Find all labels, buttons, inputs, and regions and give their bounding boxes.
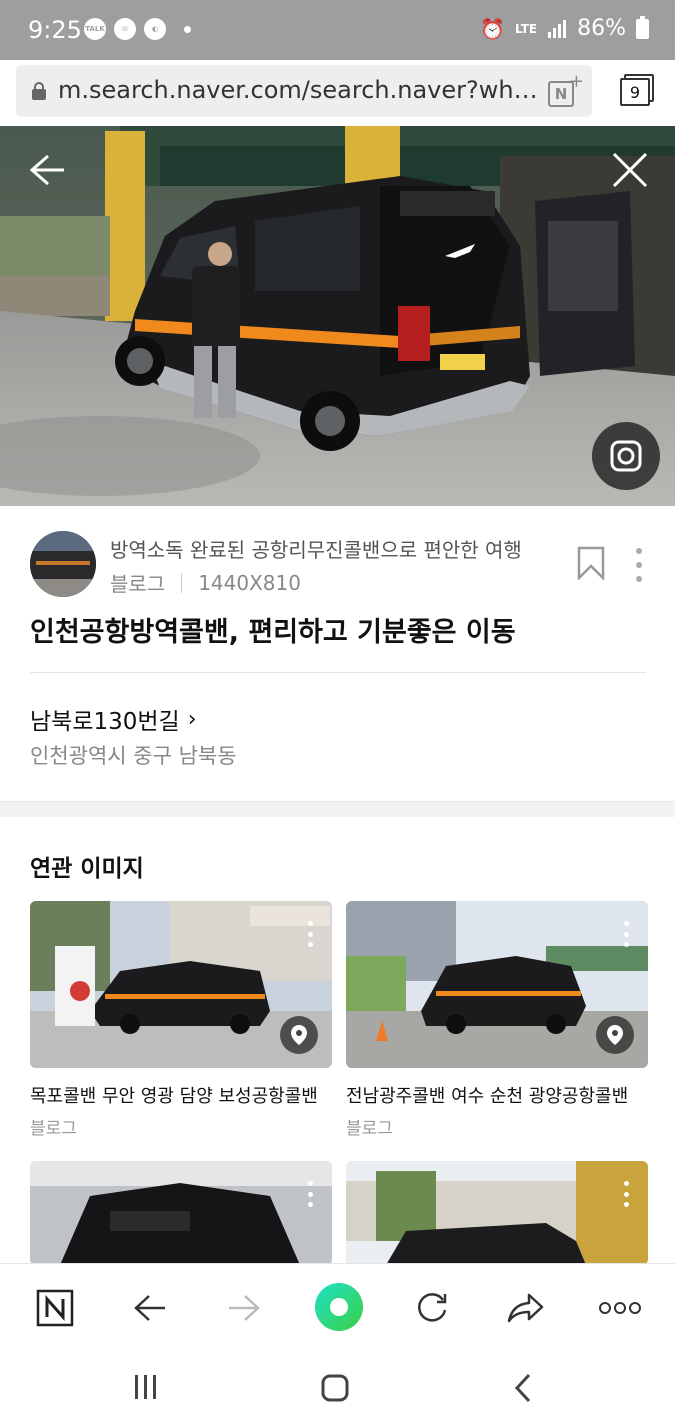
talk-icon: TALK xyxy=(84,18,106,40)
source-type: 블로그 xyxy=(110,572,166,596)
back-icon[interactable] xyxy=(513,1373,533,1403)
image-title[interactable]: 인천공항방역콜밴, 편리하고 기분좋은 이동 xyxy=(30,610,516,649)
location-pin-icon[interactable] xyxy=(280,1016,318,1054)
data-saver-icon: ◐ xyxy=(144,18,166,40)
more-vertical-icon[interactable] xyxy=(634,548,644,582)
related-thumbnail[interactable] xyxy=(30,901,332,1068)
related-heading: 연관 이미지 xyxy=(30,856,144,882)
back-arrow-icon[interactable] xyxy=(128,1286,172,1330)
notification-icons: TALK ☏ ◐ xyxy=(84,18,191,40)
section-divider xyxy=(0,801,675,817)
related-thumbnail[interactable] xyxy=(30,1161,332,1265)
location-pin-icon[interactable] xyxy=(596,1016,634,1054)
image-info: 방역소독 완료된 공항리무진콜밴으로 편안한 여행 블로그 1440X810 인… xyxy=(0,506,675,801)
system-icons: ⏰ LTE 86% xyxy=(480,15,649,41)
dot-icon xyxy=(184,25,191,33)
source-title[interactable]: 방역소독 완료된 공항리무진콜밴으로 편안한 여행 xyxy=(110,534,550,563)
arrow-left-icon[interactable] xyxy=(28,152,66,188)
more-vertical-icon[interactable] xyxy=(624,921,630,947)
main-image[interactable] xyxy=(0,126,675,506)
related-caption[interactable]: 목포콜밴 무안 영광 담양 보성공항콜밴 xyxy=(30,1082,332,1108)
recent-apps-icon[interactable] xyxy=(132,1375,160,1399)
more-vertical-icon[interactable] xyxy=(308,1181,314,1207)
divider xyxy=(30,672,646,673)
network-label: LTE xyxy=(515,21,538,36)
naver-home-icon[interactable] xyxy=(33,1286,77,1330)
battery-percent: 86% xyxy=(577,16,626,41)
related-card[interactable] xyxy=(30,1161,332,1265)
more-icon[interactable] xyxy=(598,1286,642,1330)
related-card[interactable]: 목포콜밴 무안 영광 담양 보성공항콜밴 블로그 xyxy=(30,901,332,1139)
more-vertical-icon[interactable] xyxy=(308,921,314,947)
naver-add-icon[interactable]: N + xyxy=(548,71,584,107)
browser-toolbar xyxy=(0,1263,675,1349)
chevron-right-icon: › xyxy=(187,706,197,732)
related-thumbnail[interactable] xyxy=(346,901,648,1068)
related-card[interactable] xyxy=(346,1161,648,1265)
close-icon[interactable] xyxy=(610,150,650,190)
related-thumbnail[interactable] xyxy=(346,1161,648,1265)
van-photo xyxy=(0,126,675,506)
camera-lens-icon[interactable] xyxy=(592,422,660,490)
related-images: 연관 이미지 목포콜밴 무안 영광 담양 보성공항콜밴 블로그 전남광주콜밴 여… xyxy=(0,817,675,1265)
source-thumbnail[interactable] xyxy=(30,531,96,597)
forward-arrow-icon[interactable] xyxy=(222,1286,266,1330)
clock: 9:25 xyxy=(28,16,82,44)
refresh-icon[interactable] xyxy=(410,1286,454,1330)
source-line: 블로그 1440X810 xyxy=(110,568,301,597)
bookmark-icon[interactable] xyxy=(576,546,606,580)
signal-icon xyxy=(548,19,567,38)
address-sub: 인천광역시 중구 남북동 xyxy=(30,744,237,768)
address-bar[interactable]: m.search.naver.com/search.naver?where=im… xyxy=(16,65,592,117)
status-bar: 9:25 TALK ☏ ◐ ⏰ LTE 86% xyxy=(0,0,675,60)
share-icon[interactable] xyxy=(504,1286,548,1330)
url-text[interactable]: m.search.naver.com/search.naver?where=im… xyxy=(58,76,544,104)
lock-icon xyxy=(32,82,46,100)
related-source: 블로그 xyxy=(30,1119,77,1139)
battery-icon xyxy=(636,15,649,39)
browser-address-area: m.search.naver.com/search.naver?where=im… xyxy=(0,60,675,126)
home-icon[interactable] xyxy=(321,1374,349,1402)
address-main: 남북로130번길 xyxy=(30,709,180,735)
green-dot-icon[interactable] xyxy=(314,1282,364,1332)
system-navigation-bar xyxy=(0,1349,675,1425)
alarm-icon: ⏰ xyxy=(480,16,506,41)
related-caption[interactable]: 전남광주콜밴 여수 순천 광양공항콜밴 xyxy=(346,1082,648,1108)
tab-count: 9 xyxy=(620,78,650,106)
separator xyxy=(181,572,183,593)
call-icon: ☏ xyxy=(114,18,136,40)
more-vertical-icon[interactable] xyxy=(624,1181,630,1207)
related-source: 블로그 xyxy=(346,1119,393,1139)
image-size: 1440X810 xyxy=(198,570,301,595)
location-link[interactable]: 남북로130번길 › xyxy=(30,702,197,736)
tabs-button[interactable]: 9 xyxy=(620,74,654,106)
related-card[interactable]: 전남광주콜밴 여수 순천 광양공항콜밴 블로그 xyxy=(346,901,648,1139)
